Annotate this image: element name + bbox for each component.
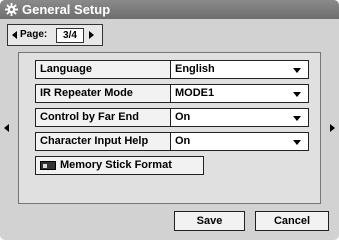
memory-stick-format-button[interactable]: Memory Stick Format (35, 156, 204, 175)
setting-row-control-far-end: Control by Far End On (35, 108, 309, 127)
select-value: English (175, 63, 215, 75)
setting-label: Language (40, 63, 92, 75)
general-setup-window: General Setup Page: 3/4 Language English… (0, 0, 339, 240)
chevron-down-icon (293, 140, 301, 145)
chevron-down-icon (293, 68, 301, 73)
character-input-help-select[interactable]: On (170, 132, 309, 151)
save-button[interactable]: Save (174, 211, 245, 231)
cancel-button[interactable]: Cancel (255, 211, 329, 231)
page-next-icon[interactable] (89, 31, 94, 39)
title-bar: General Setup (0, 0, 339, 19)
select-value: MODE1 (175, 87, 215, 99)
setting-row-character-input-help: Character Input Help On (35, 132, 309, 151)
settings-panel: Language English IR Repeater Mode MODE1 … (18, 52, 321, 204)
ir-repeater-mode-select[interactable]: MODE1 (170, 84, 309, 103)
select-value: On (175, 111, 191, 123)
page-prev-icon[interactable] (12, 31, 17, 39)
language-select[interactable]: English (170, 60, 309, 79)
setting-row-ir-repeater: IR Repeater Mode MODE1 (35, 84, 309, 103)
page-selector[interactable]: Page: 3/4 (7, 24, 103, 46)
control-far-end-select[interactable]: On (170, 108, 309, 127)
select-value: On (175, 135, 191, 147)
chevron-down-icon (293, 116, 301, 121)
page-number: 3/4 (56, 28, 84, 43)
chevron-down-icon (293, 92, 301, 97)
setting-label: IR Repeater Mode (40, 87, 133, 99)
nav-next-icon[interactable] (330, 124, 335, 132)
window-title: General Setup (22, 2, 111, 17)
setting-row-language: Language English (35, 60, 309, 79)
nav-prev-icon[interactable] (4, 124, 9, 132)
memory-stick-icon (40, 161, 56, 170)
memory-stick-format-label: Memory Stick Format (60, 159, 172, 171)
setting-label: Control by Far End (40, 111, 139, 123)
setting-label: Character Input Help (40, 135, 149, 147)
gear-icon (5, 3, 18, 16)
page-label: Page: (20, 29, 48, 40)
